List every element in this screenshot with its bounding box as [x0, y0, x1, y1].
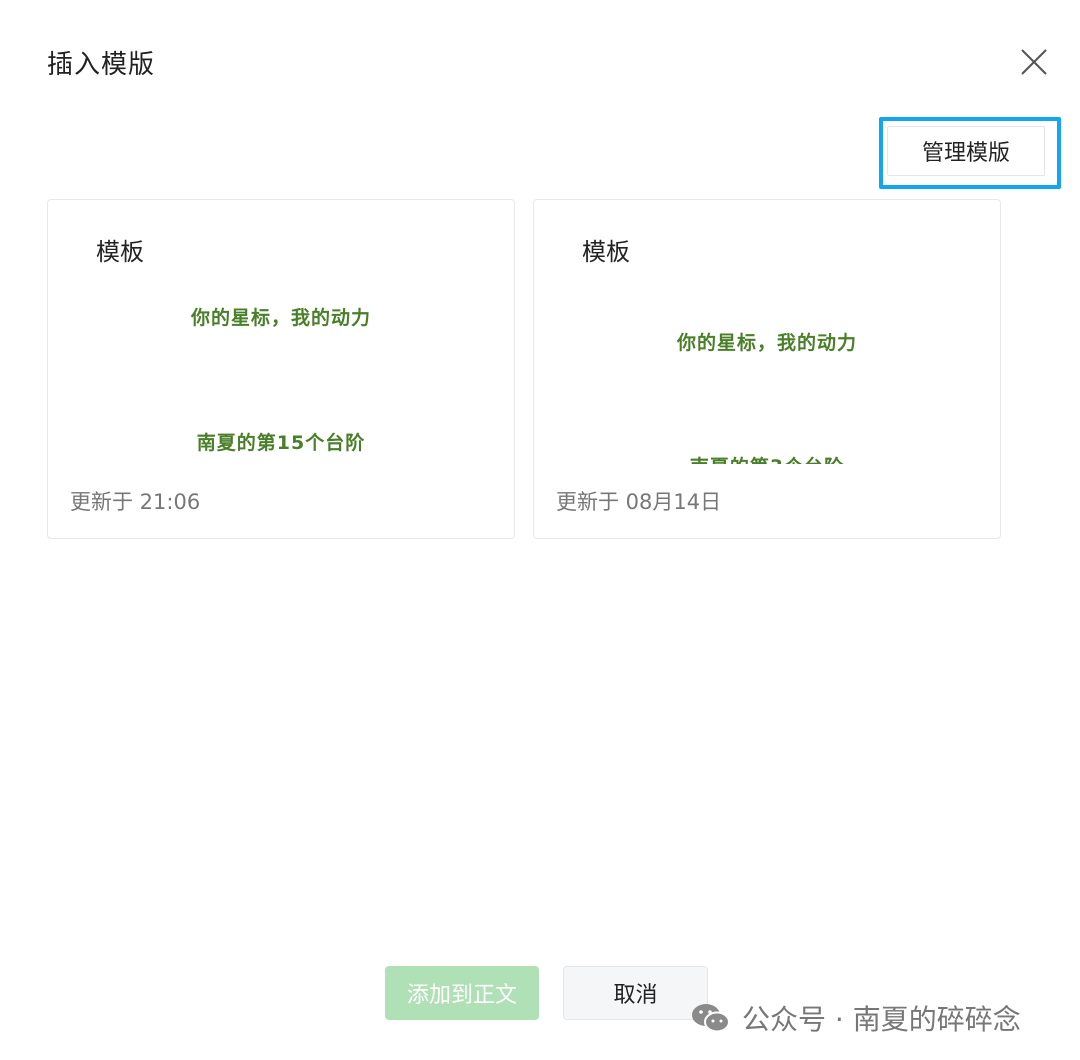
- close-icon: [1021, 49, 1047, 75]
- template-card-title: 模板: [582, 238, 630, 266]
- template-updated-time: 更新于 08月14日: [556, 490, 722, 514]
- dialog-title: 插入模版: [47, 50, 156, 80]
- template-preview-clip: 南夏的第3个台阶: [534, 450, 1000, 464]
- template-card[interactable]: 模板 你的星标，我的动力 南夏的第3个台阶 更新于 08月14日: [533, 199, 1001, 539]
- watermark: 公众号 · 南夏的碎碎念: [690, 998, 1021, 1038]
- template-card-title: 模板: [96, 238, 144, 266]
- template-preview-line: 南夏的第3个台阶: [534, 452, 1000, 464]
- manage-templates-button[interactable]: 管理模版: [887, 126, 1045, 176]
- wechat-icon: [692, 1004, 730, 1033]
- close-button[interactable]: [1016, 44, 1052, 80]
- watermark-text: 公众号 · 南夏的碎碎念: [742, 1003, 1021, 1036]
- template-updated-time: 更新于 21:06: [70, 490, 201, 514]
- template-preview-line: 南夏的第15个台阶: [196, 432, 366, 454]
- add-to-body-button[interactable]: 添加到正文: [385, 966, 539, 1020]
- template-preview-line: 你的星标，我的动力: [676, 332, 857, 354]
- template-card[interactable]: 模板 你的星标，我的动力 南夏的第15个台阶 更新于 21:06: [47, 199, 515, 539]
- insert-template-dialog: 插入模版 管理模版 模板 你的星标，我的动力 南夏的第15个台阶 更新于 21:…: [0, 0, 1080, 1060]
- template-preview-line: 你的星标，我的动力: [190, 307, 371, 329]
- cancel-button[interactable]: 取消: [563, 966, 708, 1020]
